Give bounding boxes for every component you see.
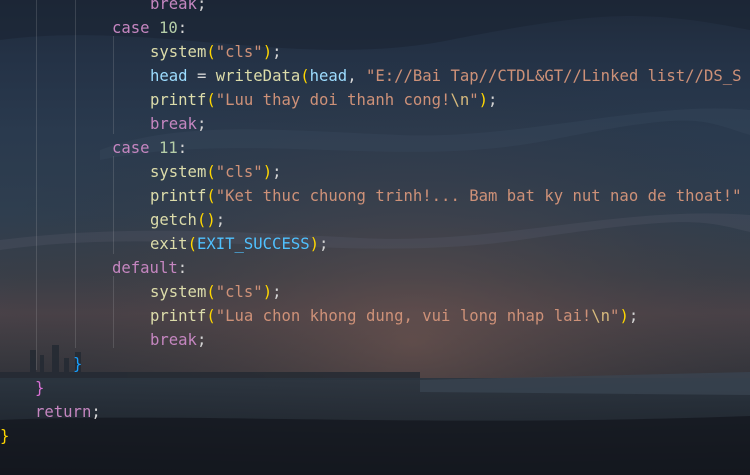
code-token: return xyxy=(35,403,92,421)
code-token: ; xyxy=(215,211,226,229)
code-token: , xyxy=(347,67,366,85)
code-token: EXIT_SUCCESS xyxy=(196,235,310,253)
code-token: ( xyxy=(206,163,216,181)
code-token: \n xyxy=(450,91,470,109)
code-line[interactable]: case 11: xyxy=(112,136,187,160)
code-line[interactable]: system("cls"); xyxy=(150,40,281,64)
code-token: system xyxy=(150,283,207,301)
code-token: case xyxy=(112,139,150,157)
code-token: printf xyxy=(150,187,207,205)
code-token: ( xyxy=(196,211,207,229)
code-line[interactable]: } xyxy=(0,424,9,448)
code-line[interactable]: } xyxy=(73,352,82,376)
code-token: ; xyxy=(628,307,639,325)
code-token: ; xyxy=(488,91,498,109)
code-token: "cls" xyxy=(215,283,263,301)
code-token: ( xyxy=(206,283,216,301)
code-token: "cls" xyxy=(215,163,263,181)
code-line[interactable]: printf("Luu thay doi thanh cong!\n"); xyxy=(150,88,497,112)
code-token: break xyxy=(150,115,197,133)
code-token: } xyxy=(73,355,83,373)
code-line[interactable]: getch(); xyxy=(150,208,225,232)
indent-guide xyxy=(113,156,114,254)
code-token: ; xyxy=(272,283,282,301)
code-token: ) xyxy=(206,211,216,229)
code-token: ) xyxy=(478,91,489,109)
code-token: ) xyxy=(262,283,273,301)
code-token: } xyxy=(35,379,45,397)
code-line[interactable]: break; xyxy=(150,328,206,352)
code-token: "cls" xyxy=(215,43,263,61)
code-token: 11 xyxy=(158,139,178,157)
code-token: ( xyxy=(206,43,216,61)
code-token: : xyxy=(177,259,188,277)
code-line[interactable]: } xyxy=(35,376,44,400)
code-token: getch xyxy=(150,211,197,229)
code-token: ( xyxy=(206,91,216,109)
code-token: "Lua chon khong dung, vui long nhap lai! xyxy=(215,307,592,325)
code-line[interactable]: break; xyxy=(150,112,206,136)
code-line[interactable]: return; xyxy=(35,400,101,424)
code-line[interactable]: exit(EXIT_SUCCESS); xyxy=(150,232,328,256)
code-token: ; xyxy=(91,403,101,421)
code-line[interactable]: printf("Ket thuc chuong trinh!... Bam ba… xyxy=(150,184,741,208)
code-token: ) xyxy=(262,43,273,61)
indent-guide xyxy=(113,276,114,348)
indent-guide xyxy=(36,0,37,370)
code-token: ; xyxy=(272,43,282,61)
code-line[interactable]: head = writeData(head, "E://Bai Tap//CTD… xyxy=(150,64,742,88)
code-line[interactable]: printf("Lua chon khong dung, vui long nh… xyxy=(150,304,638,328)
code-token: " xyxy=(469,91,479,109)
code-token: ( xyxy=(206,307,216,325)
code-token: 10 xyxy=(158,19,178,37)
code-token: head xyxy=(309,67,348,85)
code-token: "Luu thay doi thanh cong! xyxy=(215,91,451,109)
code-token: : xyxy=(177,139,188,157)
code-token: : xyxy=(177,19,188,37)
code-line[interactable]: system("cls"); xyxy=(150,160,281,184)
code-line[interactable]: system("cls"); xyxy=(150,280,281,304)
code-token: printf xyxy=(150,91,207,109)
code-token: ( xyxy=(300,67,310,85)
code-token: \n xyxy=(591,307,611,325)
code-token: writeData xyxy=(215,67,301,85)
code-token: system xyxy=(150,43,207,61)
code-token: ( xyxy=(187,235,197,253)
code-token: "E://Bai Tap//CTDL&GT//Linked list//DS_S xyxy=(365,67,742,85)
code-token: ( xyxy=(206,187,216,205)
code-token: ) xyxy=(619,307,629,325)
code-token: ) xyxy=(309,235,320,253)
code-token: head xyxy=(150,67,188,85)
code-token: printf xyxy=(150,307,207,325)
code-token: ) xyxy=(262,163,273,181)
code-token: break xyxy=(150,0,197,13)
code-token: break xyxy=(150,331,197,349)
code-editor[interactable]: break; case 10: system("cls"); head = write… xyxy=(0,0,750,475)
code-token: } xyxy=(0,427,10,445)
code-token: default xyxy=(112,259,178,277)
code-line[interactable]: break; xyxy=(150,0,206,16)
code-token: ; xyxy=(319,235,329,253)
code-line[interactable]: case 10: xyxy=(112,16,187,40)
code-token: exit xyxy=(150,235,188,253)
code-token: ; xyxy=(196,115,207,133)
code-token: system xyxy=(150,163,207,181)
code-token: ; xyxy=(196,0,207,13)
code-token: = xyxy=(187,67,216,85)
code-line[interactable]: default: xyxy=(112,256,187,280)
code-token: ; xyxy=(272,163,282,181)
indent-guide xyxy=(113,36,114,134)
indent-guide xyxy=(75,0,76,348)
code-token: ; xyxy=(196,331,207,349)
code-token: case xyxy=(112,19,150,37)
code-token: "Ket thuc chuong trinh!... Bam bat ky nu… xyxy=(215,187,742,205)
